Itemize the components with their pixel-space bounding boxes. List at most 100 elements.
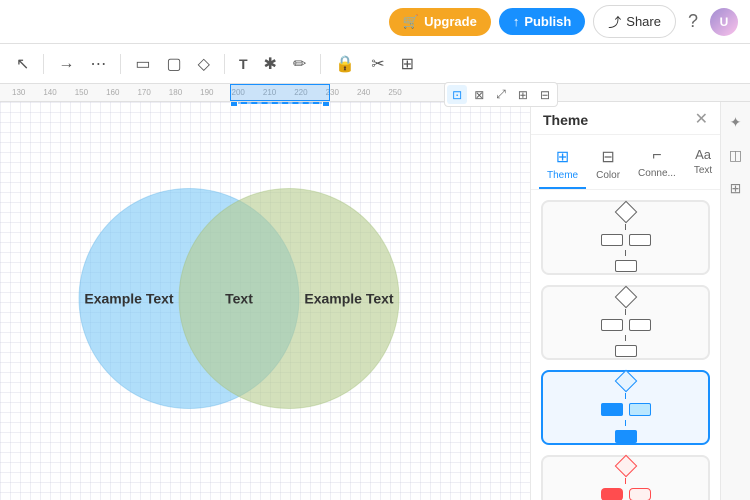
avatar[interactable]: U [710, 8, 738, 36]
mini-connector [625, 393, 627, 399]
selection-indicator [230, 102, 330, 104]
panel-header: Theme ✕ [531, 102, 720, 135]
theme-card-default1[interactable] [541, 200, 710, 275]
zoom-in-btn[interactable]: ⊞ [513, 85, 533, 104]
publish-label: Publish [524, 14, 571, 29]
theme-card-formal[interactable]: Formal [541, 455, 710, 500]
publish-icon: ↑ [513, 14, 520, 29]
theme-grid: Formal [531, 190, 720, 500]
theme-tab-icon: ⊞ [556, 147, 569, 167]
theme-card-default2[interactable] [541, 285, 710, 360]
mini-connector [625, 250, 627, 256]
zoom-fit-btn[interactable]: ⊡ [447, 85, 467, 104]
pen-tool[interactable]: ✏ [287, 50, 312, 78]
mini-rect [615, 260, 637, 272]
upgrade-button[interactable]: 🛒 Upgrade [389, 8, 491, 36]
tab-text[interactable]: Aa Text [686, 141, 720, 189]
svg-text:Text: Text [225, 291, 253, 307]
topbar: 🛒 Upgrade ↑ Publish ⤴ Share ? U [0, 0, 750, 44]
mini-rect [601, 403, 623, 416]
separator [224, 54, 225, 74]
mini-connector [625, 420, 627, 426]
tab-connector[interactable]: ⌐ Conne... [630, 141, 684, 189]
text-tab-icon: Aa [695, 147, 711, 162]
tab-theme[interactable]: ⊞ Theme [539, 141, 586, 189]
share-button[interactable]: ⤴ Share [593, 5, 676, 38]
ruler: 130 140 150 160 170 180 190 200 210 220 … [0, 84, 750, 102]
ruler-mark: 190 [200, 88, 213, 97]
zoom-page-btn[interactable]: ⊠ [469, 85, 489, 104]
lock-tool[interactable]: 🔒 [329, 50, 361, 78]
mini-rect [629, 488, 651, 500]
mini-connector [625, 335, 627, 341]
ruler-mark: 130 [12, 88, 25, 97]
selection-line [241, 102, 319, 104]
zoom-expand-btn[interactable]: ⤢ [491, 85, 511, 104]
theme-preview-formal [601, 458, 651, 500]
mini-diamond [614, 369, 637, 392]
mini-diamond [614, 454, 637, 477]
ruler-mark: 140 [43, 88, 56, 97]
mini-connector [625, 224, 627, 230]
rounded-rect-tool[interactable]: ▢ [161, 50, 188, 78]
mini-rect [601, 234, 623, 246]
ruler-mark: 180 [169, 88, 182, 97]
toolbar: ↖ → ⋯ ▭ ▢ ◇ T ✱ ✏ 🔒 ✂ ⊞ [0, 44, 750, 84]
zoom-strip: ⊡ ⊠ ⤢ ⊞ ⊟ [444, 82, 558, 107]
separator [43, 54, 44, 74]
ruler-mark: 250 [388, 88, 401, 97]
table-tool[interactable]: ⊞ [395, 50, 420, 78]
mini-row [601, 488, 651, 500]
mini-row [601, 319, 651, 331]
upgrade-icon: 🛒 [403, 14, 419, 30]
svg-text:Example Text: Example Text [304, 291, 394, 307]
ruler-mark: 170 [137, 88, 150, 97]
theme-preview-blue [601, 373, 651, 443]
upgrade-label: Upgrade [424, 14, 477, 29]
zoom-out-btn[interactable]: ⊟ [535, 85, 555, 104]
mini-rect [601, 319, 623, 331]
mini-connector [625, 478, 627, 484]
theme-tab-label: Theme [547, 170, 578, 181]
share-icon: ⤴ [608, 12, 621, 31]
cursor-tool[interactable]: ↖ [10, 50, 35, 78]
canvas[interactable]: Example Text Text Example Text [0, 102, 530, 500]
layers-button[interactable]: ◫ [725, 143, 746, 168]
connector-tab-icon: ⌐ [652, 147, 661, 165]
color-tab-label: Color [596, 170, 620, 181]
star-tool[interactable]: ✱ [258, 50, 283, 78]
ruler-mark: 240 [357, 88, 370, 97]
right-panel: Theme ✕ ⊞ Theme ⊟ Color ⌐ Conne... Aa Te… [530, 102, 720, 500]
rect-tool[interactable]: ▭ [129, 50, 156, 78]
mini-rect [629, 403, 651, 416]
svg-text:Example Text: Example Text [84, 291, 174, 307]
dashed-line-tool[interactable]: ⋯ [84, 50, 112, 78]
grid-button[interactable]: ⊞ [726, 176, 746, 201]
panel-tabs: ⊞ Theme ⊟ Color ⌐ Conne... Aa Text [531, 135, 720, 190]
close-panel-button[interactable]: ✕ [695, 112, 708, 128]
far-right-panel: ✦ ◫ ⊞ [720, 102, 750, 500]
separator [320, 54, 321, 74]
cut-tool[interactable]: ✂ [365, 50, 390, 78]
theme-preview-2 [601, 289, 651, 357]
theme-card-blue[interactable] [541, 370, 710, 445]
mini-diamond [614, 200, 637, 223]
handle [230, 102, 238, 107]
help-button[interactable]: ? [684, 7, 702, 36]
share-label: Share [626, 14, 661, 29]
publish-button[interactable]: ↑ Publish [499, 8, 585, 35]
shape-tool[interactable]: ◇ [192, 50, 216, 78]
handle [322, 102, 330, 107]
panel-title: Theme [543, 112, 588, 128]
tab-color[interactable]: ⊟ Color [588, 141, 628, 189]
color-tab-icon: ⊟ [601, 147, 614, 167]
separator [120, 54, 121, 74]
sparkle-button[interactable]: ✦ [726, 110, 746, 135]
text-tool[interactable]: T [233, 52, 254, 76]
ruler-mark: 160 [106, 88, 119, 97]
mini-rect [601, 488, 623, 500]
mini-rect [615, 345, 637, 357]
mini-row [601, 403, 651, 416]
arrow-tool[interactable]: → [52, 51, 80, 77]
mini-rect [629, 319, 651, 331]
